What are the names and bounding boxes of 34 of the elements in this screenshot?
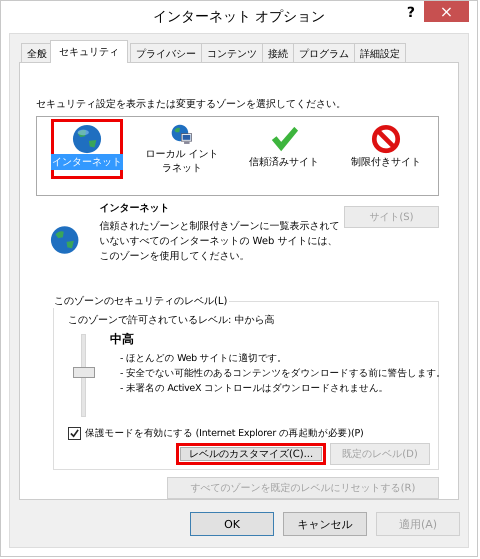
globe-icon [50, 224, 80, 255]
protected-mode-checkbox[interactable]: 保護モードを有効にする (Internet Explorer の再起動が必要)(P) [68, 427, 438, 440]
level-description: - ほとんどの Web サイトに適切です。 [120, 352, 288, 366]
zone-label: インターネット [51, 154, 123, 170]
forbidden-icon [371, 124, 401, 154]
level-description: - 安全でない可能性のあるコンテンツをダウンロードする前に警告します。 [120, 367, 446, 381]
level-name: 中高 [110, 332, 135, 347]
group-legend: このゾーンのセキュリティのレベル(L) [52, 294, 230, 308]
slider-thumb[interactable] [73, 367, 95, 378]
zone-label: ローカル イントラネット [144, 148, 220, 176]
zone-item[interactable]: ローカル イントラネット [131, 119, 233, 179]
dialog-button[interactable]: OK [190, 512, 274, 536]
zone-label: 信頼済みサイト [248, 156, 320, 170]
tab[interactable]: 詳細設定 [354, 43, 406, 63]
zone-item[interactable]: 制限付きサイト [335, 119, 437, 179]
zone-description: 信頼されたゾーンと制限付きゾーンに一覧表示されていないすべてのインターネットの Web サイトには、このゾーンを使用してください。 [99, 220, 340, 264]
checkbox[interactable] [68, 427, 81, 440]
checkmark-icon [269, 124, 299, 154]
checkmark-icon [70, 429, 79, 438]
level-button[interactable]: レベルのカスタマイズ(C)... [176, 443, 326, 465]
help-button[interactable]: ? [402, 3, 419, 23]
tab[interactable]: セキュリティ [50, 40, 128, 63]
level-description: - 未署名の ActiveX コントロールはダウンロードされません。 [120, 382, 390, 396]
checkbox-label: 保護モードを有効にする (Internet Explorer の再起動が必要)(P) [85, 427, 364, 440]
allowed-level-text: このゾーンで許可されているレベル: 中から高 [68, 314, 276, 327]
zone-label: 制限付きサイト [350, 156, 422, 170]
tab[interactable]: プライバシー [130, 43, 202, 63]
zone-title: インターネット [99, 202, 170, 215]
globe-icon [72, 124, 102, 154]
dialog-button[interactable]: キャンセル [283, 512, 367, 536]
zone-prompt: セキュリティ設定を表示または変更するゾーンを選択してください。 [36, 98, 347, 111]
close-button[interactable]: × [424, 1, 469, 22]
zone-item[interactable]: 信頼済みサイト [233, 119, 335, 179]
window-title: インターネット オプション [152, 8, 326, 26]
